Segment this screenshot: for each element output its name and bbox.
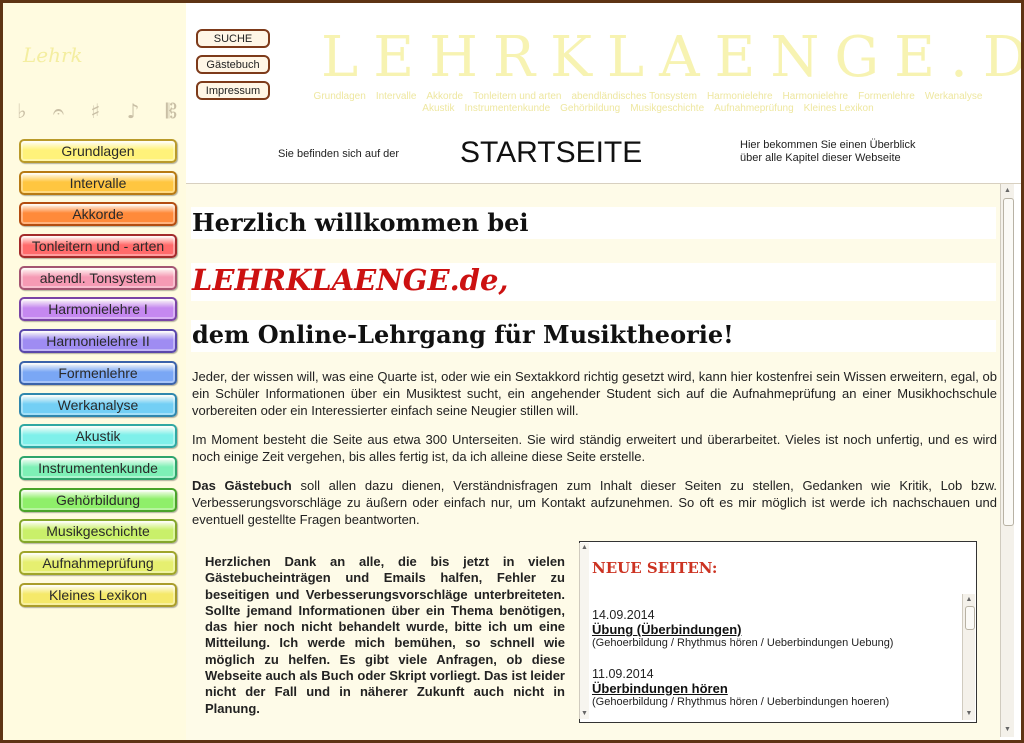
page-description: Hier bekommen Sie einen Überblick über a…: [740, 139, 940, 165]
nav-item-4[interactable]: abendl. Tonsystem: [19, 265, 177, 290]
guestbook-text: soll allen dazu dienen, Verständnisfrage…: [192, 478, 997, 527]
faint-header-link[interactable]: Gehörbildung: [560, 103, 620, 114]
scroll-down-arrow-icon[interactable]: ▼: [1001, 725, 1014, 735]
faint-header-link[interactable]: abendländisches Tonsystem: [571, 91, 696, 102]
main-scrollbar[interactable]: ▲ ▼: [1000, 184, 1014, 737]
scroll-down-arrow-icon[interactable]: ▼: [963, 709, 975, 719]
nav-item-5[interactable]: Harmonielehre I: [19, 297, 177, 322]
news-path: (Gehoerbildung / Rhythmus hören / Ueberb…: [592, 637, 894, 649]
faint-header-link[interactable]: Kleines Lexikon: [804, 103, 874, 114]
main-content: Herzlich willkommen bei LEHRKLAENGE.de, …: [186, 184, 1000, 740]
site-name-heading: LEHRKLAENGE.de,: [192, 263, 509, 297]
thanks-scrollbar[interactable]: ▲ ▼: [579, 543, 589, 719]
faint-header-link[interactable]: Tonleitern und arten: [473, 91, 561, 102]
news-path: (Gehoerbildung / Rhythmus hören / Ueberb…: [592, 696, 890, 708]
nav-item-8[interactable]: Werkanalyse: [19, 392, 177, 417]
news-title: NEUE SEITEN:: [592, 559, 718, 577]
intro-paragraph: Jeder, der wissen will, was eine Quarte …: [192, 369, 997, 418]
news-entry: 11.09.2014 Überbindungen hören (Gehoerbi…: [592, 667, 960, 708]
page-description-line2: über alle Kapitel dieser Webseite: [740, 152, 901, 164]
status-paragraph: Im Moment besteht die Seite aus etwa 300…: [192, 432, 997, 464]
site-title: LEHRKLAENGE.DE: [321, 25, 1024, 90]
news-link[interactable]: Überbindungen hören: [592, 681, 960, 696]
browser-frame: Lehrk ♭ 𝄐 ♯ ♪ 𝄡 Grundlagen Intervalle Akko…: [0, 0, 1024, 743]
nav-item-2[interactable]: Akkorde: [19, 202, 177, 227]
subtitle-heading: dem Online-Lehrgang für Musiktheorie!: [192, 320, 734, 349]
scroll-up-arrow-icon[interactable]: ▲: [963, 595, 975, 605]
news-link[interactable]: Übung (Überbindungen): [592, 622, 960, 637]
repeat-symbol-icon: 𝄡: [165, 99, 177, 123]
nav-item-7[interactable]: Formenlehre: [19, 360, 177, 385]
nav-item-13[interactable]: Aufnahmeprüfung: [19, 550, 177, 575]
nav-item-12[interactable]: Musikgeschichte: [19, 519, 177, 544]
scroll-up-arrow-icon[interactable]: ▲: [580, 543, 589, 553]
music-symbols-row: ♭ 𝄐 ♯ ♪ 𝄡: [17, 99, 177, 123]
faint-header-link[interactable]: Harmonielehre: [783, 91, 849, 102]
chapter-nav: Grundlagen Intervalle Akkorde Tonleitern un…: [19, 139, 177, 614]
news-list: 14.09.2014 Übung (Überbindungen) (Gehoer…: [580, 594, 960, 722]
nav-item-10[interactable]: Instrumentenkunde: [19, 455, 177, 480]
faint-header-link[interactable]: Formenlehre: [858, 91, 915, 102]
faint-header-link[interactable]: Harmonielehre: [707, 91, 773, 102]
nav-item-1[interactable]: Intervalle: [19, 170, 177, 195]
imprint-button[interactable]: Impressum: [196, 81, 270, 100]
scroll-thumb[interactable]: [965, 606, 975, 630]
page-title: STARTSEITE: [460, 136, 643, 169]
faint-header-link[interactable]: Aufnahmeprüfung: [714, 103, 794, 114]
location-label: Sie befinden sich auf der: [278, 148, 400, 160]
scroll-down-arrow-icon[interactable]: ▼: [580, 709, 589, 719]
faint-header-link[interactable]: Instrumentenkunde: [465, 103, 551, 114]
scroll-up-arrow-icon[interactable]: ▲: [1001, 186, 1014, 196]
nav-item-14[interactable]: Kleines Lexikon: [19, 582, 177, 607]
faint-header-link[interactable]: Grundlagen: [314, 91, 366, 102]
news-header-box: NEUE SEITEN:: [579, 541, 977, 596]
page-description-line1: Hier bekommen Sie einen Überblick: [740, 139, 916, 151]
nav-item-9[interactable]: Akustik: [19, 424, 177, 449]
guestbook-paragraph: Das Gästebuch soll allen dazu dienen, Ve…: [192, 477, 997, 528]
nav-item-0[interactable]: Grundlagen: [19, 139, 177, 163]
news-list-box: 14.09.2014 Übung (Überbindungen) (Gehoer…: [579, 594, 977, 723]
faint-logo: Lehrk: [23, 43, 83, 67]
nav-item-3[interactable]: Tonleitern und - arten: [19, 234, 177, 259]
faint-header-link[interactable]: Akkorde: [426, 91, 463, 102]
faint-header-link[interactable]: Werkanalyse: [925, 91, 983, 102]
faint-header-links: Grundlagen Intervalle Akkorde Tonleitern un…: [298, 91, 998, 115]
news-date: 14.09.2014: [592, 608, 655, 622]
faint-header-link[interactable]: Akustik: [422, 103, 454, 114]
thanks-text: Herzlichen Dank an alle, die bis jetzt i…: [205, 554, 565, 716]
fermata-symbol-icon: 𝄐: [52, 99, 65, 123]
guestbook-bold: Das Gästebuch: [192, 478, 292, 493]
sharp-symbol-icon: ♯: [90, 99, 101, 123]
news-entry: 14.09.2014 Übung (Überbindungen) (Gehoer…: [592, 608, 960, 649]
news-scrollbar[interactable]: ▲ ▼: [962, 594, 975, 720]
nav-item-11[interactable]: Gehörbildung: [19, 487, 177, 512]
left-sidebar: Lehrk ♭ 𝄐 ♯ ♪ 𝄡 Grundlagen Intervalle Akko…: [3, 3, 186, 740]
scroll-thumb[interactable]: [1003, 198, 1014, 526]
welcome-heading: Herzlich willkommen bei: [192, 208, 529, 237]
news-date: 11.09.2014: [592, 667, 654, 681]
search-button[interactable]: SUCHE: [196, 29, 270, 48]
guestbook-button[interactable]: Gästebuch: [196, 55, 270, 74]
faint-header-link[interactable]: Intervalle: [376, 91, 417, 102]
faint-header-link[interactable]: Musikgeschichte: [630, 103, 704, 114]
note-symbol-icon: ♪: [126, 99, 140, 123]
nav-item-6[interactable]: Harmonielehre II: [19, 329, 177, 354]
flat-symbol-icon: ♭: [17, 99, 27, 123]
